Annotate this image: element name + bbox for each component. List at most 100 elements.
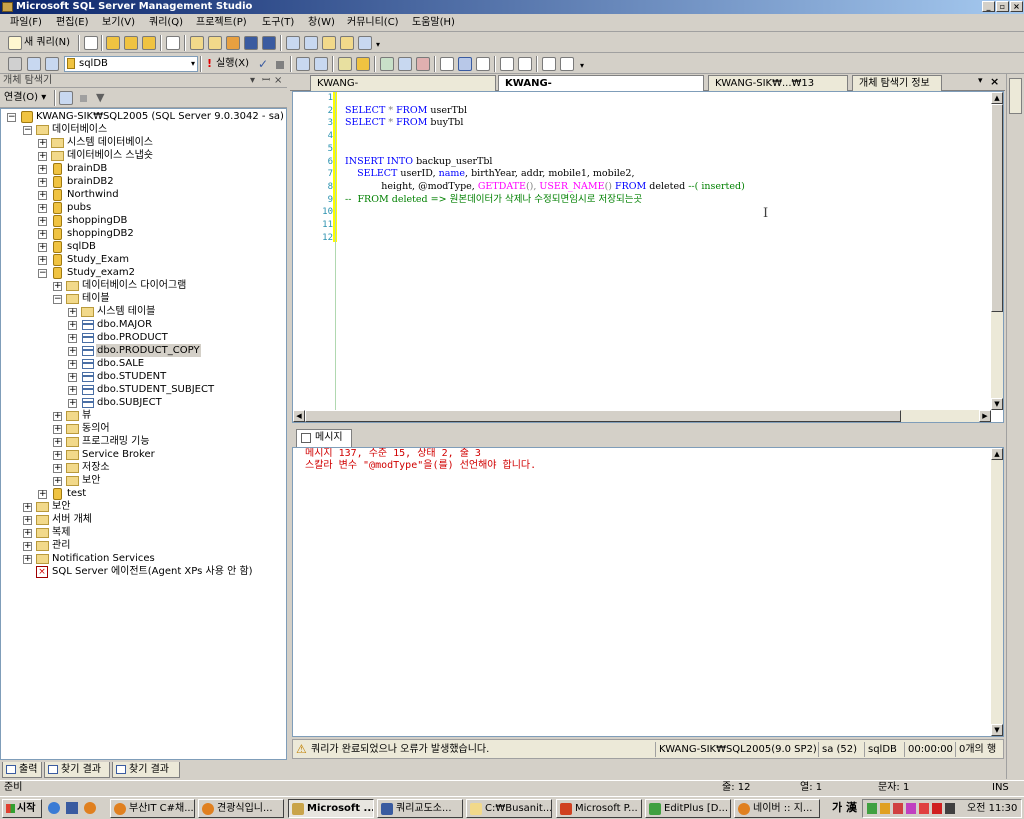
tree-node-notification-services[interactable]: Notification Services [52, 552, 155, 565]
tab-sqlquery2[interactable]: KWANG-SIK₩SQL2...SQLQuery2.sql* [498, 75, 704, 104]
tree-node-replication[interactable]: 복제 [52, 526, 70, 539]
tree-node-db[interactable]: shoppingDB2 [67, 227, 134, 240]
tree-node-table[interactable]: dbo.SUBJECT [97, 396, 162, 409]
expand-icon[interactable]: + [68, 334, 77, 343]
expand-icon[interactable]: + [38, 178, 47, 187]
new-file-icon[interactable] [84, 36, 98, 50]
tree-node-service-broker[interactable]: Service Broker [82, 448, 155, 461]
expand-icon[interactable]: + [68, 399, 77, 408]
tab-list-icon[interactable]: ▾ [978, 76, 983, 86]
expand-icon[interactable]: + [38, 243, 47, 252]
tree-node-databases[interactable]: 데이터베이스 [52, 123, 107, 136]
tray-app-icon[interactable] [893, 803, 903, 814]
messages-pane[interactable]: 메시지 137, 수준 15, 상태 2, 줄 3 스칼라 변수 "@modTy… [292, 447, 1004, 737]
add-item-icon[interactable] [226, 36, 240, 50]
close-tab-icon[interactable]: × [990, 75, 999, 88]
taskbar-item[interactable]: C:₩Busanit... [466, 799, 552, 818]
query-options-icon[interactable] [338, 57, 352, 71]
collapse-icon[interactable]: − [23, 126, 32, 135]
properties-icon[interactable] [340, 36, 354, 50]
tree-node-table[interactable]: dbo.SALE [97, 357, 144, 370]
toolbar-overflow-icon[interactable]: ▾ [376, 37, 380, 53]
expand-icon[interactable]: + [53, 451, 62, 460]
taskbar-item[interactable]: Microsoft P... [556, 799, 642, 818]
collapse-icon[interactable]: − [38, 269, 47, 278]
expand-icon[interactable]: + [68, 321, 77, 330]
uncomment-icon[interactable] [518, 57, 532, 71]
pin-icon[interactable]: ꟷ [262, 74, 270, 88]
tab-output[interactable]: 출력 [2, 762, 42, 778]
pane-menu-icon[interactable]: ▾ [250, 74, 255, 88]
toolbar2-overflow-icon[interactable]: ▾ [580, 58, 584, 74]
results-file-icon[interactable] [476, 57, 490, 71]
taskbar-item[interactable]: 쿼리교도소... [377, 799, 463, 818]
tree-node-db[interactable]: brainDB2 [67, 175, 114, 188]
chevron-down-icon[interactable]: ▾ [191, 57, 195, 71]
decrease-indent-icon[interactable] [542, 57, 556, 71]
db-engine-query-icon[interactable] [106, 36, 120, 50]
scroll-thumb[interactable] [305, 410, 901, 422]
expand-icon[interactable]: + [68, 308, 77, 317]
expand-icon[interactable]: + [38, 256, 47, 265]
database-select[interactable]: sqlDB ▾ [64, 56, 198, 72]
tab-object-explorer-details[interactable]: 개체 탐색기 정보 [852, 75, 942, 91]
tree-node-storage[interactable]: 저장소 [82, 461, 110, 474]
menu-tools[interactable]: 도구(T) [260, 16, 296, 30]
collapse-icon[interactable]: − [53, 295, 62, 304]
save-icon[interactable] [244, 36, 258, 50]
dmx-query-icon[interactable] [142, 36, 156, 50]
scroll-right-icon[interactable]: ▶ [979, 410, 991, 422]
expand-icon[interactable]: + [38, 490, 47, 499]
show-desktop-icon[interactable] [66, 802, 78, 814]
connect-dropdown[interactable]: 연결(O) ▾ [4, 91, 46, 105]
collapse-icon[interactable]: − [7, 113, 16, 122]
query-editor[interactable]: 1 2 3 4 5 6 7 8 9 10 11 12 SELECT * FROM… [292, 91, 1004, 423]
expand-icon[interactable]: + [38, 165, 47, 174]
taskbar-item-active[interactable]: Microsoft ... [288, 799, 374, 818]
ime-indicator[interactable]: 가 漢 [832, 800, 857, 816]
tree-node-security-db[interactable]: 보안 [82, 474, 100, 487]
disconnect-icon[interactable] [45, 57, 59, 71]
query-designer-icon[interactable] [314, 57, 328, 71]
registered-servers-icon[interactable] [286, 36, 300, 50]
scroll-down-icon[interactable]: ▼ [991, 724, 1003, 736]
tree-node-table[interactable]: dbo.STUDENT_SUBJECT [97, 383, 214, 396]
include-plan-icon[interactable] [380, 57, 394, 71]
tree-node-db[interactable]: Study_exam2 [67, 266, 135, 279]
tree-node-programmability[interactable]: 프로그래밍 기능 [82, 435, 150, 448]
expand-icon[interactable]: + [68, 373, 77, 382]
open-file-icon[interactable] [190, 36, 204, 50]
menu-community[interactable]: 커뮤니티(C) [345, 16, 401, 30]
tree-node-server[interactable]: KWANG-SIK₩SQL2005 (SQL Server 9.0.3042 -… [36, 110, 284, 123]
tree-node-views[interactable]: 뷰 [82, 409, 91, 422]
expand-icon[interactable]: + [38, 191, 47, 200]
tree-node-diagrams[interactable]: 데이터베이스 다이어그램 [82, 279, 186, 292]
expand-icon[interactable]: + [68, 386, 77, 395]
expand-icon[interactable]: + [23, 516, 32, 525]
xmla-query-icon[interactable] [166, 36, 180, 50]
intellisense-icon[interactable] [356, 57, 370, 71]
tree-node-db[interactable]: Northwind [67, 188, 119, 201]
results-text-icon[interactable] [440, 57, 454, 71]
menu-file[interactable]: 파일(F) [8, 16, 44, 30]
expand-icon[interactable]: + [53, 464, 62, 473]
change-connection-icon[interactable] [27, 57, 41, 71]
browser-icon[interactable] [84, 802, 96, 814]
expand-icon[interactable]: + [38, 139, 47, 148]
expand-icon[interactable]: + [23, 503, 32, 512]
object-explorer-icon[interactable] [304, 36, 318, 50]
tree-node-db[interactable]: Study_Exam [67, 253, 129, 266]
menu-help[interactable]: 도움말(H) [410, 16, 457, 30]
template-explorer-icon[interactable] [322, 36, 336, 50]
tree-node-system-tables[interactable]: 시스템 테이블 [97, 305, 155, 318]
tree-node-table-selected[interactable]: dbo.PRODUCT_COPY [96, 344, 201, 357]
tree-node-tables[interactable]: 테이블 [82, 292, 110, 305]
tree-node-agent[interactable]: SQL Server 에이전트(Agent XPs 사용 안 함) [52, 565, 253, 578]
tree-node-table[interactable]: dbo.PRODUCT [97, 331, 168, 344]
expand-icon[interactable]: + [68, 347, 77, 356]
filter-icon[interactable]: ▼ [96, 91, 104, 105]
results-grid-icon[interactable] [458, 57, 472, 71]
results-to-text-icon[interactable] [416, 57, 430, 71]
expand-icon[interactable]: + [53, 412, 62, 421]
taskbar-item[interactable]: 부산IT C#채... [110, 799, 195, 818]
